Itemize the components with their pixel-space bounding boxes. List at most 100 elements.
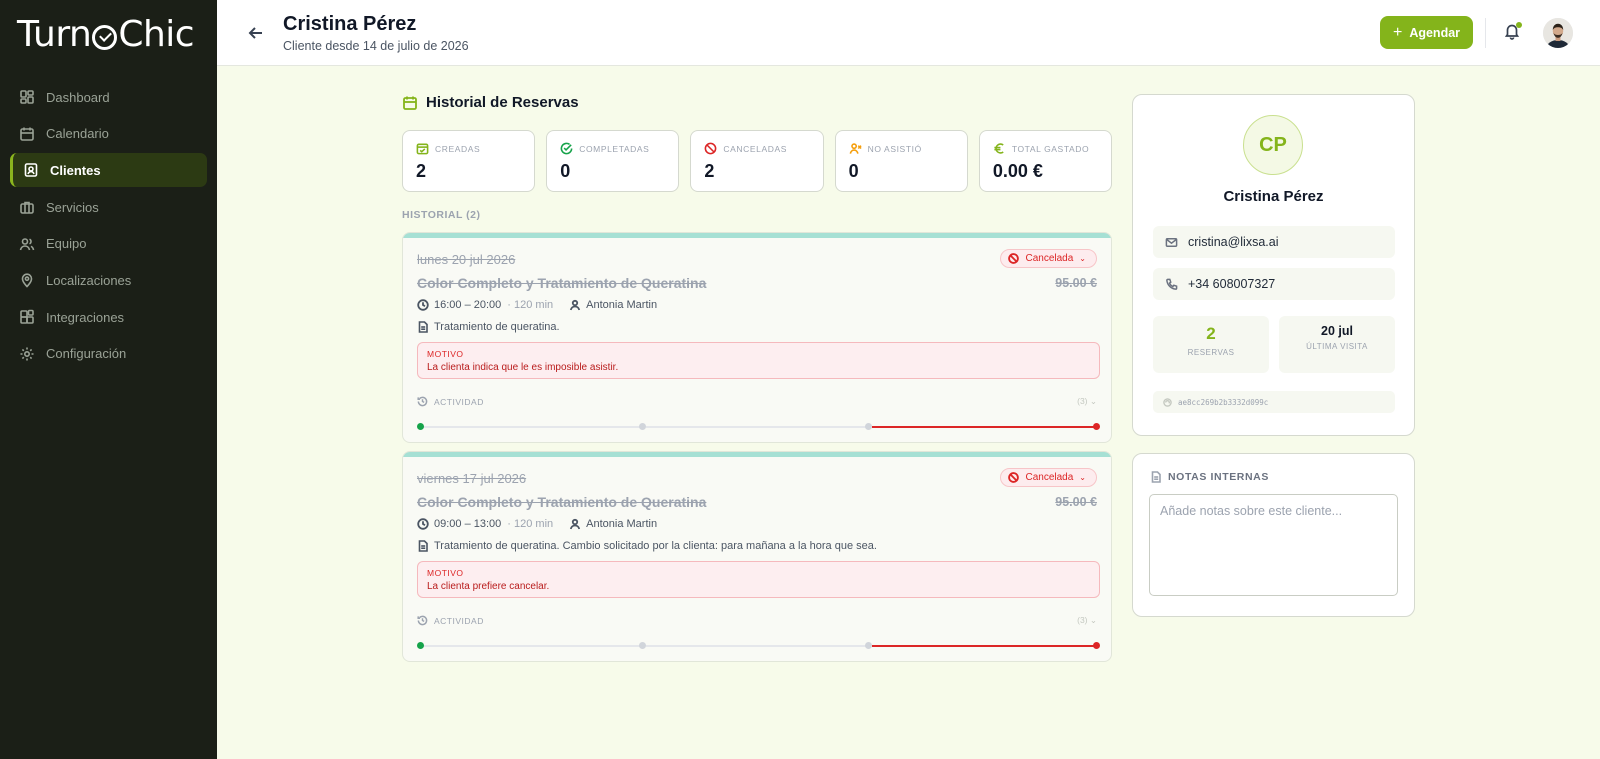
timeline-segment: [421, 645, 640, 647]
user-avatar[interactable]: [1543, 18, 1573, 48]
client-name: Cristina Pérez: [1223, 188, 1324, 205]
stat-label: COMPLETADAS: [579, 143, 650, 154]
agendar-button[interactable]: + Agendar: [1380, 16, 1473, 49]
cancel-reason: MOTIVO La clienta prefiere cancelar.: [417, 561, 1100, 598]
timeline-segment: [421, 426, 640, 428]
client-id-text: ae8cc269b2b3332d099c: [1178, 397, 1269, 407]
ban-icon: [705, 142, 717, 155]
booking-card[interactable]: viernes 17 jul 2026 Cancelada ⌄ Color Co…: [402, 451, 1112, 662]
client-email[interactable]: cristina@lixsa.ai: [1153, 226, 1395, 258]
booking-duration: · 120 min: [507, 518, 554, 530]
sidebar-nav: Dashboard Calendario Clientes Servicios …: [10, 80, 207, 374]
stats-row: CREADAS 2 COMPLETADAS 0 CANCELADAS 2 NO …: [402, 130, 1113, 192]
booking-duration: · 120 min: [507, 299, 554, 311]
user-icon: [570, 518, 581, 530]
booking-date: lunes 20 jul 2026: [417, 252, 516, 267]
stat-label: TOTAL GASTADO: [1011, 143, 1090, 154]
timeline-segment-cancel: [872, 426, 1096, 428]
calendar-icon: [403, 96, 417, 110]
notifications-button[interactable]: [1503, 22, 1523, 42]
stat-card-canceladas: CANCELADAS 2: [690, 130, 824, 192]
timeline-dot-created: [417, 642, 424, 649]
chevron-down-icon: ⌄: [1089, 396, 1097, 406]
stat-value: 0: [560, 161, 571, 181]
page-subtitle: Cliente desde 14 de julio de 2026: [283, 39, 469, 53]
sidebar-item-label: Localizaciones: [46, 272, 132, 288]
integrations-icon: [19, 309, 35, 325]
mail-icon: [1165, 237, 1178, 247]
stat-value: 0: [848, 161, 859, 181]
arrow-left-icon: [248, 27, 262, 39]
sidebar-item-configuracion[interactable]: Configuración: [10, 337, 207, 371]
client-bookings-label: RESERVAS: [1187, 348, 1235, 357]
page-title: Cristina Pérez: [283, 13, 417, 35]
sidebar-item-localizaciones[interactable]: Localizaciones: [10, 263, 207, 297]
stat-value: 2: [416, 161, 427, 181]
booking-note-text: Tratamiento de queratina.: [434, 321, 560, 333]
booking-status-dropdown[interactable]: Cancelada ⌄: [1000, 468, 1097, 487]
back-button[interactable]: [247, 24, 265, 42]
timeline-dot-cancelled: [1093, 642, 1100, 649]
booking-note: Tratamiento de queratina. Cambio solicit…: [417, 540, 877, 552]
booking-meta: 16:00 – 20:00 · 120 min Antonia Martin: [417, 299, 657, 311]
timeline-dot: [639, 423, 646, 430]
timeline-segment: [646, 645, 866, 647]
booking-price: 95.00 €: [1055, 276, 1097, 290]
team-icon: [19, 236, 35, 252]
header-divider: [1485, 18, 1486, 48]
history-title: Historial de Reservas: [402, 94, 579, 111]
client-initials-avatar: CP: [1243, 115, 1303, 175]
client-last-visit-label: ÚLTIMA VISITA: [1306, 342, 1368, 351]
notes-title: NOTAS INTERNAS: [1150, 471, 1269, 483]
ban-icon: [1008, 253, 1020, 264]
calendar-icon: [19, 126, 35, 142]
dashboard-icon: [19, 89, 35, 105]
chevron-down-icon: ⌄: [1079, 473, 1086, 482]
client-last-visit: 20 jul: [1321, 324, 1353, 338]
sidebar-item-dashboard[interactable]: Dashboard: [10, 80, 207, 114]
timeline-dot: [865, 642, 872, 649]
booking-staff-name: Antonia Martin: [586, 518, 658, 530]
client-id[interactable]: ae8cc269b2b3332d099c: [1153, 391, 1395, 413]
activity-toggle[interactable]: ACTIVIDAD: [417, 396, 484, 407]
activity-timeline: [417, 423, 1100, 431]
booking-time: 16:00 – 20:00: [434, 299, 502, 311]
check-circle-icon: [560, 142, 573, 155]
booking-note: Tratamiento de queratina.: [417, 321, 560, 333]
calendar-check-icon: [416, 143, 429, 155]
sidebar-item-label: Equipo: [46, 236, 87, 252]
client-email-text: cristina@lixsa.ai: [1188, 235, 1279, 249]
sidebar-item-clientes[interactable]: Clientes: [10, 153, 207, 188]
activity-count[interactable]: (3) ⌄: [1077, 615, 1097, 626]
location-pin-icon: [19, 272, 35, 289]
sidebar-item-integraciones[interactable]: Integraciones: [10, 300, 207, 334]
stat-label: NO ASISTIÓ: [867, 143, 922, 154]
notification-dot: [1516, 22, 1522, 28]
sidebar-item-servicios[interactable]: Servicios: [10, 190, 207, 224]
fingerprint-icon: [1163, 397, 1172, 407]
notes-textarea[interactable]: [1149, 494, 1398, 596]
sidebar-item-label: Dashboard: [46, 89, 110, 105]
timeline-segment-cancel: [872, 645, 1096, 647]
booking-card[interactable]: lunes 20 jul 2026 Cancelada ⌄ Color Comp…: [402, 232, 1112, 443]
timeline-dot: [639, 642, 646, 649]
cancel-reason: MOTIVO La clienta indica que le es impos…: [417, 342, 1100, 379]
activity-count-text: (3): [1077, 615, 1088, 625]
activity-toggle[interactable]: ACTIVIDAD: [417, 615, 484, 626]
stat-card-total-gastado: TOTAL GASTADO 0.00 €: [978, 130, 1113, 192]
client-phone[interactable]: +34 608007327: [1153, 268, 1395, 300]
sidebar-item-calendario[interactable]: Calendario: [10, 117, 207, 151]
stat-card-creadas: CREADAS 2: [402, 130, 536, 192]
logo-check-icon: [92, 25, 118, 50]
app-logo[interactable]: Turn Chic: [17, 14, 195, 55]
stat-value: 2: [704, 161, 715, 181]
sidebar-item-equipo[interactable]: Equipo: [10, 227, 207, 261]
booking-status-dropdown[interactable]: Cancelada ⌄: [1000, 249, 1097, 268]
user-x-icon: [849, 143, 862, 154]
activity-count[interactable]: (3) ⌄: [1077, 396, 1097, 407]
chevron-down-icon: ⌄: [1089, 615, 1097, 625]
phone-icon: [1166, 278, 1178, 290]
internal-notes-card: NOTAS INTERNAS: [1132, 453, 1415, 617]
activity-label: ACTIVIDAD: [434, 615, 484, 626]
booking-status-bar: [403, 233, 1111, 238]
